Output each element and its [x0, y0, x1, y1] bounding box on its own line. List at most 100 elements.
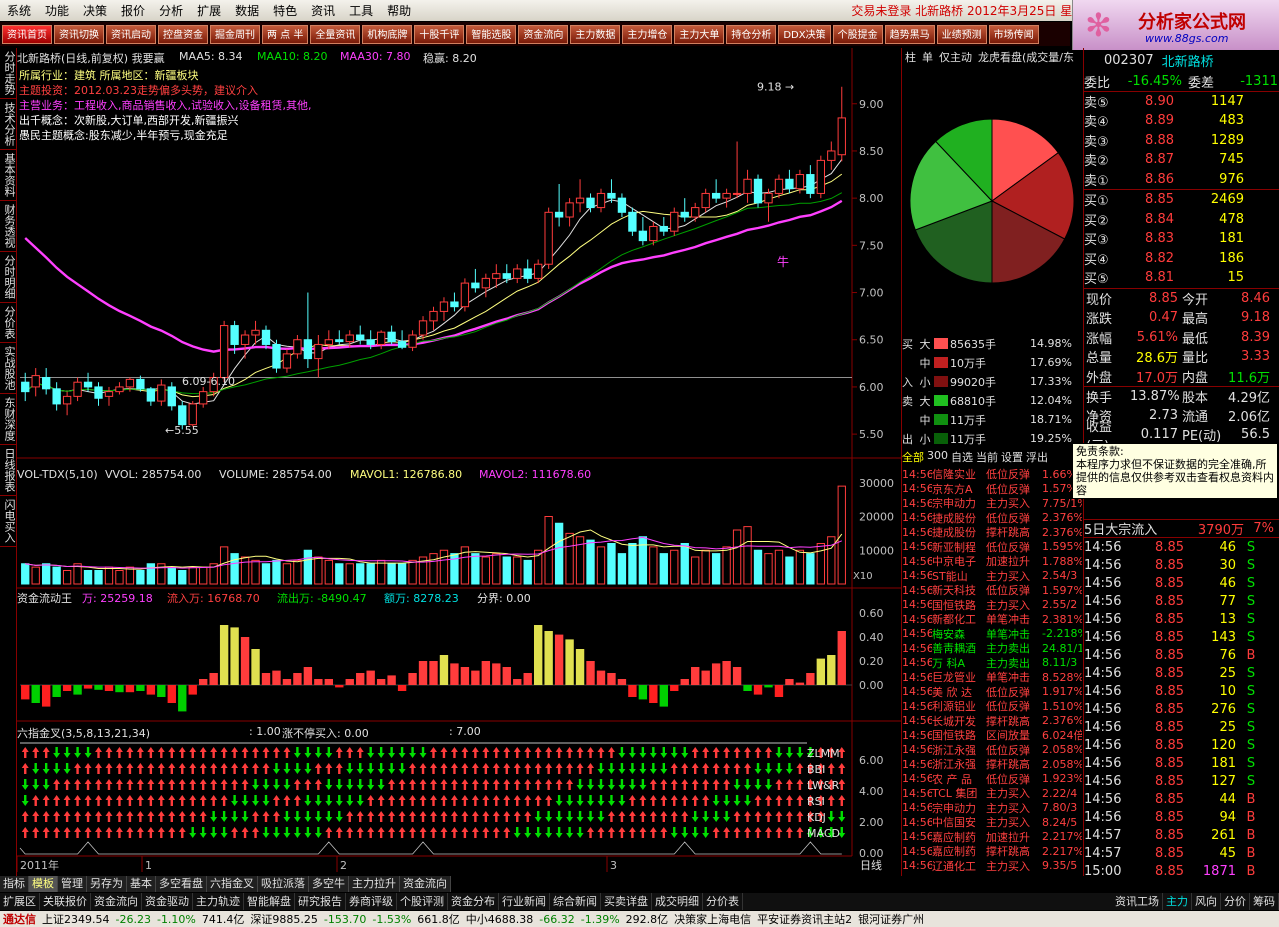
- toolbar-button-6[interactable]: 全量资讯: [310, 24, 361, 44]
- alert-row[interactable]: 14:56宗申动力主力买入7.75/1%: [902, 496, 1084, 511]
- alert-row[interactable]: 14:56 中京电子 加速拉升 1.788%: [902, 554, 1084, 569]
- alert-row[interactable]: 14:56梅安森单笔冲击-2.218%: [902, 627, 1084, 642]
- bottom-right-tab-4[interactable]: 筹码: [1250, 893, 1279, 910]
- indicator-tab-2[interactable]: 管理: [58, 876, 87, 892]
- left-tab-0[interactable]: 分时走势: [0, 48, 17, 99]
- alert-row[interactable]: 14:56 ST能山 主力买入 2.54/3: [902, 569, 1084, 584]
- toolbar-button-11[interactable]: 主力数据: [570, 24, 621, 44]
- ext-tab-9[interactable]: 资金分布: [448, 893, 499, 910]
- menu-item-9[interactable]: 工具: [342, 2, 380, 19]
- rp-tab2-5[interactable]: 浮出: [1026, 449, 1048, 465]
- indicator-tab-8[interactable]: 多空牛: [309, 876, 349, 892]
- alert-row[interactable]: 14:56 美 欣 达低位反弹 1.917%: [902, 685, 1084, 700]
- rp-tab-2[interactable]: 仅主动: [936, 49, 975, 65]
- kline-chart[interactable]: 9.00 8.50 8.00 7.50 7.00 6.50 6.00 5.50 9.18 → ←5…: [17, 48, 901, 876]
- rp-tab-0[interactable]: 柱: [902, 49, 919, 65]
- toolbar-button-15[interactable]: DDX决策: [778, 24, 831, 44]
- left-tab-4[interactable]: 分时明细: [0, 252, 17, 303]
- rp-tab-3[interactable]: 龙虎看盘(成交量/东: [975, 49, 1077, 65]
- alert-row[interactable]: 14:56 京东方A 低位反弹 1.57%: [902, 482, 1084, 497]
- toolbar-button-17[interactable]: 趋势黑马: [884, 24, 935, 44]
- left-tab-8[interactable]: 日线报表: [0, 445, 17, 496]
- rp-tab2-4[interactable]: 设置: [1001, 449, 1023, 465]
- toolbar-button-8[interactable]: 十股千评: [414, 24, 465, 44]
- alert-row[interactable]: 14:56 新都化工 单笔冲击 2.381%: [902, 612, 1084, 627]
- alert-row[interactable]: 14:56 新亚制程 低位反弹 1.595%: [902, 540, 1084, 555]
- alert-row[interactable]: 14:56 新天科技 低位反弹 1.597%: [902, 583, 1084, 598]
- toolbar-button-18[interactable]: 业绩预测: [936, 24, 987, 44]
- ext-tab-7[interactable]: 券商评级: [346, 893, 397, 910]
- bottom-right-tab-2[interactable]: 风向: [1192, 893, 1221, 910]
- indicator-tab-9[interactable]: 主力拉升: [349, 876, 400, 892]
- rp-tab2-0[interactable]: 全部: [902, 449, 924, 465]
- bottom-right-tab-1[interactable]: 主力: [1163, 893, 1192, 910]
- alert-row[interactable]: 14:56 宗申动力 主力买入 7.80/3: [902, 801, 1084, 816]
- toolbar-button-4[interactable]: 掘金周刊: [210, 24, 260, 44]
- rp-tab2-3[interactable]: 当前: [976, 449, 998, 465]
- ext-tab-8[interactable]: 个股评测: [397, 893, 448, 910]
- alert-row[interactable]: 14:56 国恒铁路 主力买入 2.55/2: [902, 598, 1084, 613]
- toolbar-button-9[interactable]: 智能选股: [466, 24, 517, 44]
- toolbar-button-7[interactable]: 机构底牌: [362, 24, 413, 44]
- bottom-right-tab-0[interactable]: 资讯工场: [1112, 893, 1163, 910]
- alert-row[interactable]: 14:56 嘉应制药 撑杆跳高 2.217%: [902, 844, 1084, 859]
- alert-row[interactable]: 14:56 中信国安 主力买入 8.24/5: [902, 815, 1084, 830]
- indicator-tab-6[interactable]: 六指金叉: [207, 876, 258, 892]
- rp-tab2-1[interactable]: 300: [927, 449, 948, 465]
- indicator-tab-10[interactable]: 资金流向: [400, 876, 451, 892]
- alert-row[interactable]: 14:56 浙江永强 撑杆跳高 2.058%: [902, 757, 1084, 772]
- alert-row[interactable]: 14:56 国恒铁路 区间放量 6.024倍: [902, 728, 1084, 743]
- alert-row[interactable]: 14:56 善靑耦酒 主力卖出 24.81/1: [902, 641, 1084, 656]
- indicator-tab-0[interactable]: 指标: [0, 876, 29, 892]
- toolbar-button-0[interactable]: 资讯首页: [2, 24, 52, 44]
- ext-tab-3[interactable]: 资金驱动: [142, 893, 193, 910]
- alert-row[interactable]: 14:56 TCL 集团 主力买入 2.22/4: [902, 786, 1084, 801]
- toolbar-button-13[interactable]: 主力大单: [674, 24, 725, 44]
- ext-tab-1[interactable]: 关联报价: [40, 893, 91, 910]
- left-tab-2[interactable]: 基本资料: [0, 150, 17, 201]
- ext-tab-5[interactable]: 智能解盘: [244, 893, 295, 910]
- toolbar-button-16[interactable]: 个股提金: [832, 24, 883, 44]
- alert-row[interactable]: 14:56 捷成股份 撑杆跳高 2.376%: [902, 525, 1084, 540]
- toolbar-button-2[interactable]: 资讯启动: [106, 24, 156, 44]
- indicator-tab-7[interactable]: 吸拉派落: [258, 876, 309, 892]
- ext-tab-10[interactable]: 行业新闻: [499, 893, 550, 910]
- toolbar-button-3[interactable]: 控盘资金: [158, 24, 208, 44]
- indicator-tab-3[interactable]: 另存为: [87, 876, 127, 892]
- menu-item-10[interactable]: 帮助: [380, 2, 418, 19]
- alert-row[interactable]: 14:56 农 产 品低位反弹 1.923%: [902, 772, 1084, 787]
- alert-row[interactable]: 14:56 巨龙管业 单笔冲击 8.528%: [902, 670, 1084, 685]
- alert-row[interactable]: 14:56 长城开发 撑杆跳高 2.376%: [902, 714, 1084, 729]
- alert-row[interactable]: 14:56 利源铝业 低位反弹 1.510%: [902, 699, 1084, 714]
- menu-item-2[interactable]: 决策: [76, 2, 114, 19]
- menu-item-8[interactable]: 资讯: [304, 2, 342, 19]
- alert-row[interactable]: 14:56 嘉应制药 加速拉升 2.217%: [902, 830, 1084, 845]
- alert-row[interactable]: 14:56 信隆实业 低位反弹 1.66%: [902, 467, 1084, 482]
- left-tab-3[interactable]: 财务透视: [0, 201, 17, 252]
- menu-item-1[interactable]: 功能: [38, 2, 76, 19]
- menu-item-5[interactable]: 扩展: [190, 2, 228, 19]
- toolbar-button-1[interactable]: 资讯切换: [54, 24, 104, 44]
- toolbar-button-12[interactable]: 主力增仓: [622, 24, 673, 44]
- ext-tab-11[interactable]: 综合新闻: [550, 893, 601, 910]
- menu-item-3[interactable]: 报价: [114, 2, 152, 19]
- ext-tab-6[interactable]: 研究报告: [295, 893, 346, 910]
- indicator-tab-5[interactable]: 多空看盘: [156, 876, 207, 892]
- ext-tab-2[interactable]: 资金流向: [91, 893, 142, 910]
- alert-row[interactable]: 14:56 辽通化工 主力买入 9.35/5: [902, 859, 1084, 874]
- rp-tab-1[interactable]: 单: [919, 49, 936, 65]
- toolbar-button-19[interactable]: 市场传闻: [988, 24, 1039, 44]
- alert-row[interactable]: 14:56 万 科A 主力卖出 8.11/3: [902, 656, 1084, 671]
- ext-tab-14[interactable]: 分价表: [703, 893, 743, 910]
- ext-tab-12[interactable]: 买卖详盘: [601, 893, 652, 910]
- menu-item-4[interactable]: 分析: [152, 2, 190, 19]
- indicator-tab-4[interactable]: 基本: [127, 876, 156, 892]
- alert-row[interactable]: 14:56 捷成股份 低位反弹 2.376%: [902, 511, 1084, 526]
- left-tab-1[interactable]: 技术分析: [0, 99, 17, 150]
- ext-tab-4[interactable]: 主力轨迹: [193, 893, 244, 910]
- menu-item-6[interactable]: 数据: [228, 2, 266, 19]
- bottom-right-tab-3[interactable]: 分价: [1221, 893, 1250, 910]
- ext-tab-13[interactable]: 成交明细: [652, 893, 703, 910]
- menu-item-7[interactable]: 特色: [266, 2, 304, 19]
- rp-tab2-2[interactable]: 自选: [951, 449, 973, 465]
